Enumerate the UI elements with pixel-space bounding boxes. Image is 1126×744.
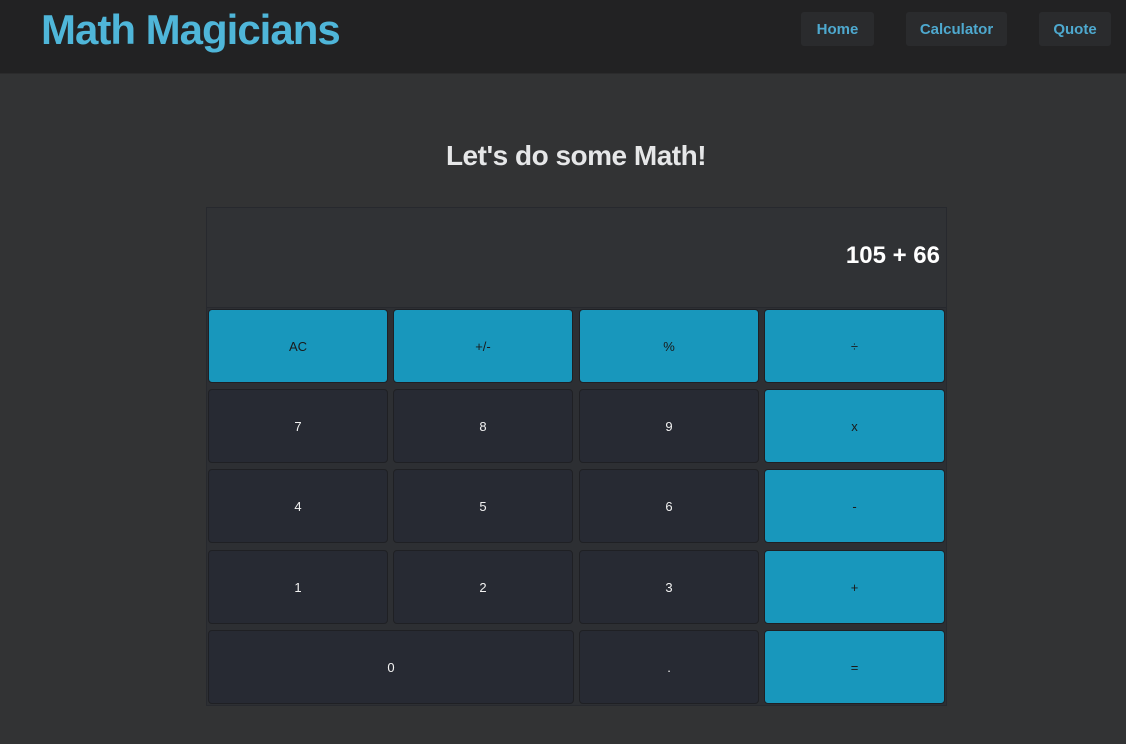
key-1[interactable]: 1: [208, 550, 388, 624]
display-value: 105 + 66: [845, 242, 940, 269]
key-0[interactable]: 0: [208, 630, 574, 704]
calculator: 105 + 66 AC +/- % ÷ 7 8 9 x 4 5 6 - 1 2 …: [206, 207, 947, 706]
nav-link-quote[interactable]: Quote: [1039, 12, 1111, 46]
key-dot[interactable]: .: [579, 630, 759, 704]
key-minus[interactable]: -: [764, 469, 945, 543]
page-heading: Let's do some Math!: [445, 140, 707, 171]
nav-link-calculator[interactable]: Calculator: [906, 12, 1007, 46]
key-9[interactable]: 9: [579, 389, 759, 463]
key-equals[interactable]: =: [764, 630, 945, 704]
key-8[interactable]: 8: [393, 389, 573, 463]
nav-link-home[interactable]: Home: [801, 12, 874, 46]
navbar: Math Magicians Home Calculator Quote: [0, 0, 1126, 74]
key-7[interactable]: 7: [208, 389, 388, 463]
key-3[interactable]: 3: [579, 550, 759, 624]
brand-logo[interactable]: Math Magicians: [41, 6, 341, 54]
key-ac[interactable]: AC: [208, 309, 388, 383]
key-divide[interactable]: ÷: [764, 309, 945, 383]
calculator-display: 105 + 66: [207, 208, 946, 308]
key-percent[interactable]: %: [579, 309, 759, 383]
key-2[interactable]: 2: [393, 550, 573, 624]
key-multiply[interactable]: x: [764, 389, 945, 463]
key-6[interactable]: 6: [579, 469, 759, 543]
key-sign[interactable]: +/-: [393, 309, 573, 383]
key-5[interactable]: 5: [393, 469, 573, 543]
key-plus[interactable]: +: [764, 550, 945, 624]
key-4[interactable]: 4: [208, 469, 388, 543]
